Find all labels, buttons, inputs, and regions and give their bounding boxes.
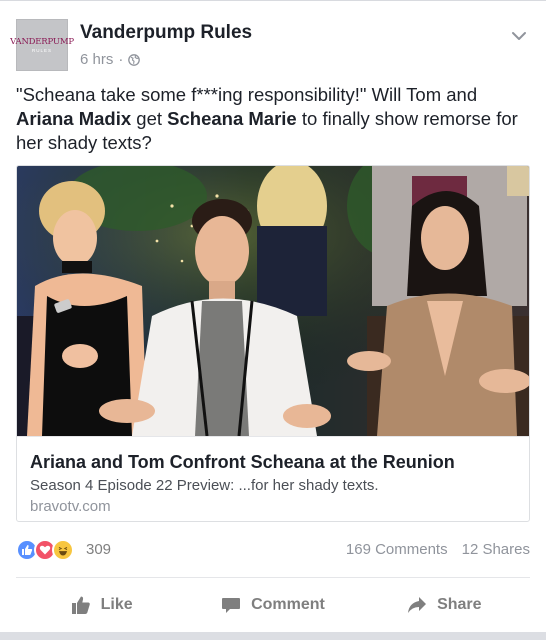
action-bar: Like Comment Share [16,587,530,623]
reactions-bar: 309 169 Comments 12 Shares [16,539,530,563]
post-meta: 6 hrs · [80,51,141,68]
page-avatar[interactable]: VANDERPUMP RULES [10,19,74,71]
like-label: Like [100,596,133,613]
like-button[interactable]: Like [16,587,187,623]
share-arrow-icon [408,597,427,613]
chevron-down-icon[interactable] [510,27,528,45]
avatar-logo-subtext: RULES [31,48,52,53]
comment-icon [222,598,241,613]
link-preview[interactable]: Ariana and Tom Confront Scheana at the R… [16,165,530,522]
post-header: VANDERPUMP RULES Vanderpump Rules 6 hrs … [10,17,530,73]
comment-label: Comment [251,596,325,613]
comment-button[interactable]: Comment [187,587,358,623]
reaction-icons[interactable] [16,539,74,561]
feed-separator [0,632,546,640]
globe-icon [128,53,141,66]
page-name[interactable]: Vanderpump Rules [80,22,252,44]
post-message: "Scheana take some f***ing responsibilit… [16,83,528,155]
reunion-photo-illustration [17,166,529,436]
link-title[interactable]: Ariana and Tom Confront Scheana at the R… [30,451,516,473]
engagement-counts: 169 Comments 12 Shares [346,541,530,558]
meta-separator: · [118,51,124,68]
link-preview-image[interactable] [17,166,529,436]
comments-count[interactable]: 169 Comments [346,541,448,558]
share-label: Share [437,596,482,613]
post-time[interactable]: 6 hrs [80,51,113,68]
avatar-logo-text: VANDERPUMP [10,37,74,47]
tag-ariana-madix[interactable]: Ariana Madix [16,108,131,129]
haha-reaction-icon [52,539,74,561]
post-text-part-2: get [131,108,168,129]
reaction-count[interactable]: 309 [86,541,111,558]
post-card: VANDERPUMP RULES Vanderpump Rules 6 hrs … [0,0,546,632]
shares-count[interactable]: 12 Shares [462,541,530,558]
share-button[interactable]: Share [359,587,530,623]
link-domain: bravotv.com [30,498,111,515]
link-description: Season 4 Episode 22 Preview: ...for her … [30,477,379,494]
post-text-part-1: "Scheana take some f***ing responsibilit… [16,84,478,105]
action-divider [16,577,530,578]
link-preview-info[interactable]: Ariana and Tom Confront Scheana at the R… [17,436,529,521]
thumbs-up-icon [71,596,90,614]
tag-scheana-marie[interactable]: Scheana Marie [167,108,297,129]
